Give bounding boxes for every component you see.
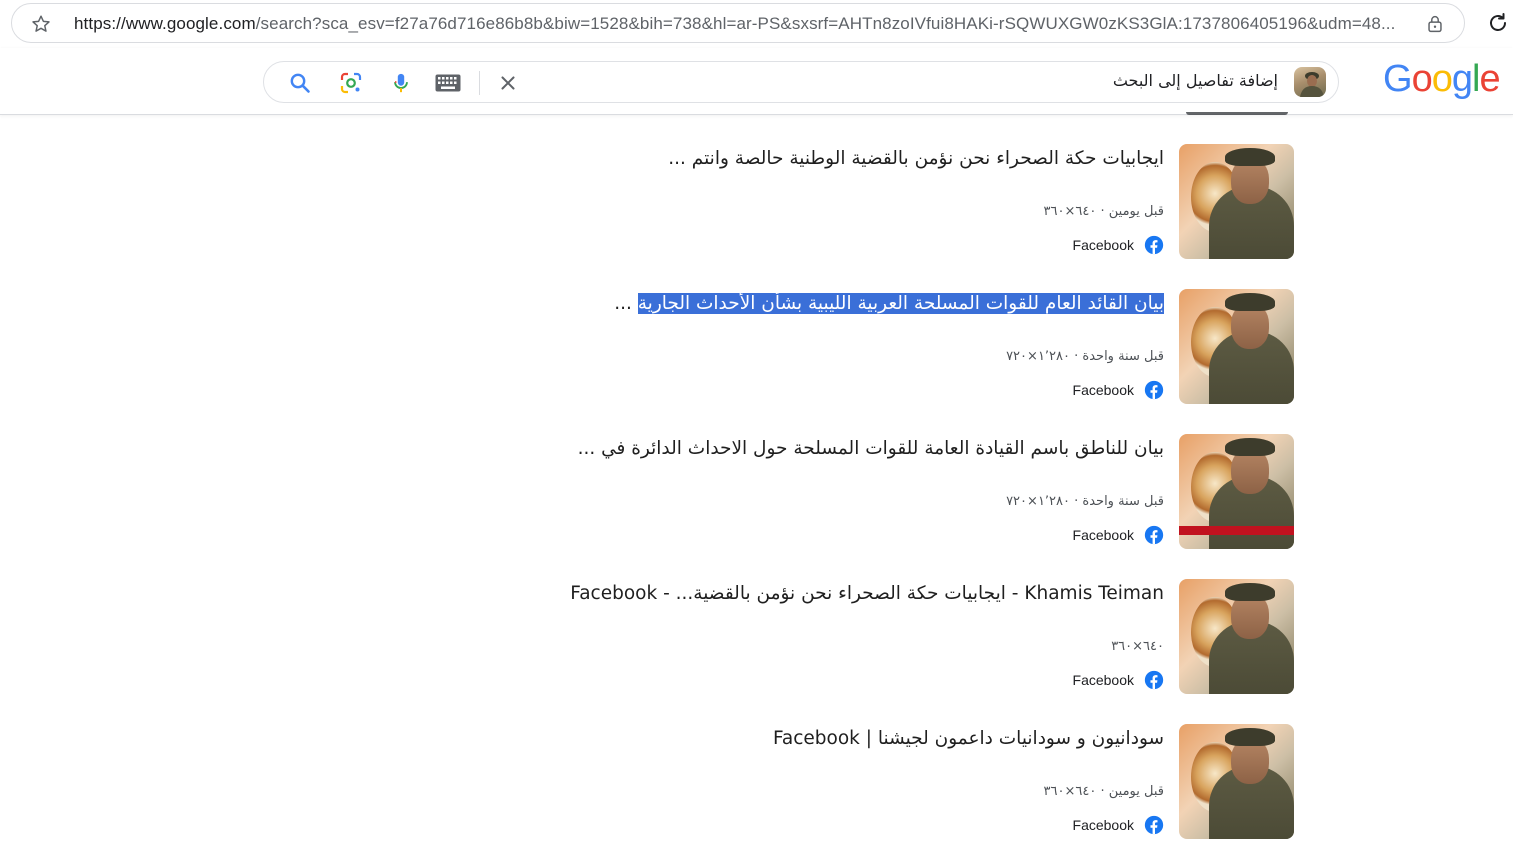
result-thumbnail[interactable] — [1179, 434, 1294, 549]
title-text[interactable]: Khamis Teiman - ايجابيات حكة الصحراء نحن… — [570, 583, 1164, 604]
cap-image — [1225, 583, 1275, 601]
address-bar[interactable]: https://www.google.com/search?sca_esv=f2… — [11, 3, 1465, 43]
voice-search-mic-icon[interactable] — [390, 71, 412, 95]
result-item[interactable]: Khamis Teiman - ايجابيات حكة الصحراء نحن… — [560, 579, 1300, 695]
bookmark-star-icon[interactable] — [30, 13, 52, 35]
cap-image — [1225, 148, 1275, 166]
reload-icon[interactable] — [1486, 11, 1510, 35]
result-title[interactable]: ايجابيات حكة الصحراء نحن نؤمن بالقضية ال… — [668, 148, 1164, 169]
search-icon[interactable] — [288, 71, 312, 95]
google-lens-icon[interactable] — [339, 71, 363, 95]
facebook-icon — [1144, 815, 1164, 835]
logo-letter: G — [1383, 58, 1413, 100]
result-source[interactable]: Facebook — [1073, 379, 1164, 401]
result-title[interactable]: Khamis Teiman - ايجابيات حكة الصحراء نحن… — [570, 583, 1164, 604]
clear-icon[interactable] — [497, 72, 519, 94]
cap-image — [1225, 438, 1275, 456]
result-source[interactable]: Facebook — [1073, 234, 1164, 256]
title-text[interactable]: سودانيون و سودانيات داعمون لجيشنا | Face… — [773, 728, 1164, 749]
thumbnail-banner — [1179, 526, 1294, 535]
search-box[interactable]: إضافة تفاصيل إلى البحث — [263, 61, 1339, 103]
result-item[interactable]: بيان القائد العام للقوات المسلحة العربية… — [560, 289, 1300, 405]
result-source[interactable]: Facebook — [1073, 669, 1164, 691]
logo-letter: o — [1411, 58, 1433, 100]
lock-icon[interactable] — [1424, 13, 1446, 35]
result-meta: قبل يومين · ٦٤٠×٣٦٠ — [1043, 204, 1164, 219]
logo-letter: o — [1431, 58, 1453, 100]
result-source[interactable]: Facebook — [1073, 814, 1164, 836]
cap-image — [1225, 293, 1275, 311]
result-item[interactable]: سودانيون و سودانيات داعمون لجيشنا | Face… — [560, 724, 1300, 840]
search-image-thumbnail[interactable] — [1294, 67, 1326, 97]
title-text[interactable]: بيان للناطق باسم القيادة العامة للقوات ا… — [578, 438, 1164, 459]
logo-letter: g — [1451, 58, 1473, 100]
soldier-thumbnail-icon — [1300, 72, 1324, 97]
logo-letter: e — [1479, 58, 1500, 100]
result-meta: ٦٤٠×٣٦٠ — [1111, 639, 1164, 654]
source-name: Facebook — [1072, 382, 1134, 398]
result-item[interactable]: ايجابيات حكة الصحراء نحن نؤمن بالقضية ال… — [560, 144, 1300, 260]
source-name: Facebook — [1072, 237, 1134, 253]
source-name: Facebook — [1072, 527, 1134, 543]
google-logo[interactable]: Google — [1383, 58, 1501, 101]
browser-toolbar: https://www.google.com/search?sca_esv=f2… — [0, 0, 1513, 48]
result-meta: قبل يومين · ٦٤٠×٣٦٠ — [1043, 784, 1164, 799]
previous-result-thumbnail-edge — [1186, 112, 1288, 115]
keyboard-icon[interactable] — [435, 74, 461, 92]
title-text[interactable]: ايجابيات حكة الصحراء نحن نؤمن بالقضية ال… — [668, 148, 1164, 169]
result-thumbnail[interactable] — [1179, 724, 1294, 839]
facebook-icon — [1144, 380, 1164, 400]
result-title[interactable]: بيان القائد العام للقوات المسلحة العربية… — [614, 293, 1164, 314]
result-thumbnail[interactable] — [1179, 289, 1294, 404]
result-item[interactable]: بيان للناطق باسم القيادة العامة للقوات ا… — [560, 434, 1300, 550]
url-text[interactable]: https://www.google.com/search?sca_esv=f2… — [74, 14, 1404, 34]
result-title[interactable]: سودانيون و سودانيات داعمون لجيشنا | Face… — [773, 728, 1164, 749]
cap-image — [1225, 728, 1275, 746]
result-thumbnail[interactable] — [1179, 144, 1294, 259]
result-meta: قبل سنة واحدة · ١٬٢٨٠×٧٢٠ — [1006, 494, 1164, 509]
search-header: Google إضافة تفاصيل إلى البحث — [0, 48, 1513, 115]
result-source[interactable]: Facebook — [1073, 524, 1164, 546]
logo-letter: l — [1471, 58, 1481, 100]
title-ellipsis: ... — [614, 293, 638, 314]
facebook-icon — [1144, 670, 1164, 690]
facebook-icon — [1144, 235, 1164, 255]
search-query-text[interactable]: إضافة تفاصيل إلى البحث — [1113, 71, 1278, 90]
result-thumbnail[interactable] — [1179, 579, 1294, 694]
facebook-icon — [1144, 525, 1164, 545]
source-name: Facebook — [1072, 672, 1134, 688]
search-divider — [479, 71, 480, 95]
source-name: Facebook — [1072, 817, 1134, 833]
result-meta: قبل سنة واحدة · ١٬٢٨٠×٧٢٠ — [1006, 349, 1164, 364]
selected-title-text[interactable]: بيان القائد العام للقوات المسلحة العربية… — [637, 293, 1164, 314]
result-title[interactable]: بيان للناطق باسم القيادة العامة للقوات ا… — [578, 438, 1164, 459]
